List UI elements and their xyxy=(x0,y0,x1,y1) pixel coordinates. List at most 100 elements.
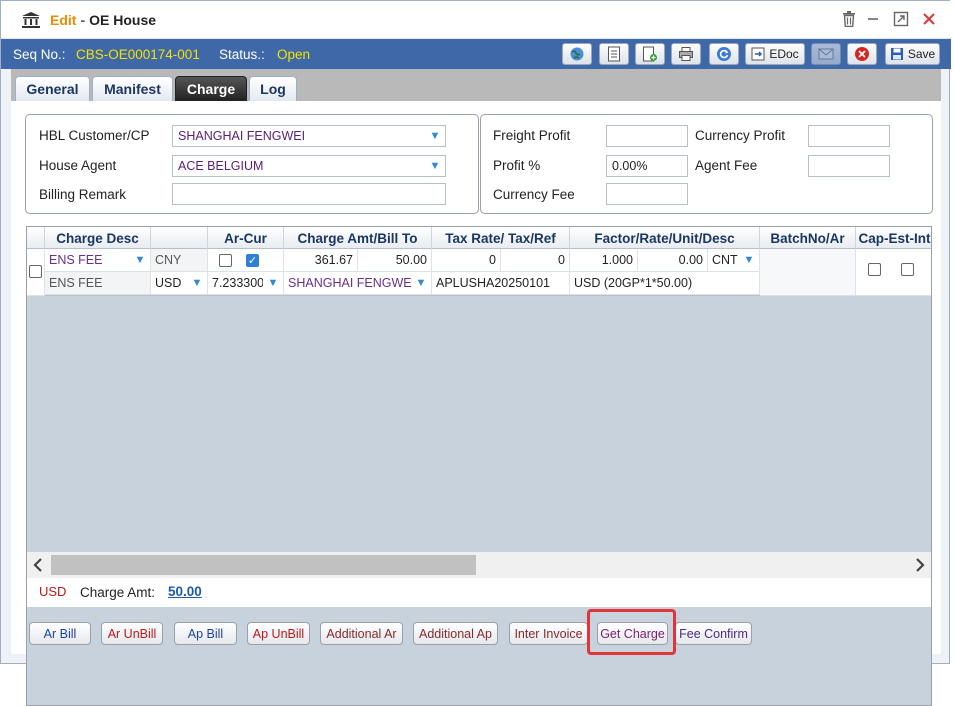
chevron-down-icon[interactable]: ▼ xyxy=(739,249,759,270)
agent-fee-input[interactable] xyxy=(808,155,890,177)
billing-remark-input[interactable] xyxy=(172,183,446,205)
cur-checkbox[interactable]: ✓ xyxy=(246,254,259,267)
globe-button[interactable] xyxy=(562,43,592,65)
row-select-checkbox[interactable] xyxy=(29,265,42,278)
additional-ap-button[interactable]: Additional Ap xyxy=(413,622,498,645)
bill-to-select[interactable]: SHANGHAI FENGWEI ▼ xyxy=(284,272,432,295)
column-factor[interactable]: Factor/Rate/Unit/Desc xyxy=(570,227,760,249)
save-button[interactable]: Save xyxy=(885,43,940,65)
document-button[interactable] xyxy=(599,43,629,65)
freight-profit-input[interactable] xyxy=(606,125,688,147)
exchange-rate-select[interactable]: 7.233300 ▼ xyxy=(208,272,284,295)
column-charge-amt[interactable]: Charge Amt/Bill To xyxy=(284,227,432,249)
scrollbar-thumb[interactable] xyxy=(51,555,476,575)
tab-charge[interactable]: Charge xyxy=(175,76,247,101)
email-button[interactable] xyxy=(811,43,841,65)
rate-cell[interactable]: 0.00 xyxy=(638,249,708,272)
ap-unbill-button[interactable]: Ap UnBill xyxy=(247,622,310,645)
seq-no-label: Seq No.: xyxy=(13,47,66,62)
get-charge-button[interactable]: Get Charge xyxy=(597,622,668,645)
tab-general[interactable]: General xyxy=(15,76,90,101)
ar-unbill-button[interactable]: Ar UnBill xyxy=(101,622,163,645)
charge-amt-cell[interactable]: 361.67 xyxy=(284,249,358,272)
status-value: Open xyxy=(277,47,311,62)
close-icon[interactable] xyxy=(919,9,939,29)
charge-desc-select[interactable]: ENS FEE ▼ xyxy=(45,249,151,272)
column-charge-desc[interactable]: Charge Desc xyxy=(45,227,151,249)
unit-select[interactable]: CNT ▼ xyxy=(708,249,760,272)
window-title: Edit - OE House xyxy=(50,12,156,28)
chevron-down-icon[interactable]: ▼ xyxy=(411,272,431,293)
print-button[interactable] xyxy=(671,43,701,65)
title-bar: Edit - OE House xyxy=(1,1,951,39)
bill-amt-cell[interactable]: 50.00 xyxy=(358,249,432,272)
chevron-down-icon[interactable]: ▼ xyxy=(425,156,445,176)
charge-amt-value[interactable]: 50.00 xyxy=(168,584,202,599)
seq-no-value: CBS-OE000174-001 xyxy=(76,47,200,62)
house-agent-value: ACE BELGIUM xyxy=(178,159,264,173)
edoc-label: EDoc xyxy=(769,47,799,61)
trash-icon[interactable] xyxy=(839,9,859,29)
select-column-header xyxy=(27,227,45,249)
ref-cell[interactable]: APLUSHA20250101 xyxy=(432,272,570,295)
fee-confirm-button[interactable]: Fee Confirm xyxy=(675,622,752,645)
info-bar: Seq No.: CBS-OE000174-001 Status.: Open … xyxy=(1,39,951,69)
house-agent-select[interactable]: ACE BELGIUM ▼ xyxy=(172,155,446,177)
new-document-icon xyxy=(643,46,657,62)
chevron-down-icon[interactable]: ▼ xyxy=(425,126,445,146)
hbl-customer-select[interactable]: SHANGHAI FENGWEI ▼ xyxy=(172,125,446,147)
column-ar-cur[interactable]: Ar-Cur xyxy=(208,227,284,249)
inter-invoice-button[interactable]: Inter Invoice xyxy=(509,622,588,645)
currency-select[interactable]: USD ▼ xyxy=(151,272,208,295)
ar-cur-checkboxes: ✓ xyxy=(208,249,284,272)
desc-cell[interactable]: USD (20GP*1*50.00) xyxy=(570,272,760,295)
house-agent-label: House Agent xyxy=(39,158,117,173)
new-document-button[interactable] xyxy=(635,43,665,65)
globe-icon xyxy=(570,47,584,61)
charge-amt-label: Charge Amt: xyxy=(80,585,156,600)
delete-button[interactable] xyxy=(847,43,877,65)
currency-profit-input[interactable] xyxy=(808,125,890,147)
profit-percent-input[interactable]: 0.00% xyxy=(606,155,688,177)
charge-summary: USD Charge Amt: 50.00 xyxy=(27,578,931,607)
currency-value: USD xyxy=(155,276,182,290)
batchno-cell xyxy=(760,249,856,296)
maximize-icon[interactable] xyxy=(891,9,911,29)
factor-cell[interactable]: 1.000 xyxy=(570,249,638,272)
column-tax[interactable]: Tax Rate/ Tax/Ref xyxy=(432,227,570,249)
refresh-icon xyxy=(717,47,731,61)
chevron-down-icon[interactable]: ▼ xyxy=(263,272,283,293)
chevron-down-icon[interactable]: ▼ xyxy=(130,249,150,270)
column-cap-est-int[interactable]: Cap-Est-Int xyxy=(856,227,931,249)
column-batchno[interactable]: BatchNo/Ar xyxy=(760,227,856,249)
refresh-button[interactable] xyxy=(709,43,739,65)
cap-checkbox[interactable] xyxy=(868,263,881,276)
billing-remark-label: Billing Remark xyxy=(39,187,127,202)
edit-oe-house-window: Edit - OE House Seq No.: CBS-OE000174-001 … xyxy=(0,0,951,706)
cap-est-int-cell xyxy=(856,249,931,296)
chevron-left-icon[interactable] xyxy=(33,558,43,572)
tax-rate-cell[interactable]: 0 xyxy=(432,249,501,272)
est-checkbox[interactable] xyxy=(901,263,914,276)
tab-strip: General Manifest Charge Log xyxy=(11,69,941,101)
charge-desc-value: ENS FEE xyxy=(49,253,103,267)
horizontal-scrollbar[interactable] xyxy=(27,552,931,578)
minimize-icon[interactable] xyxy=(863,9,883,29)
additional-ar-button[interactable]: Additional Ar xyxy=(320,622,403,645)
tab-manifest[interactable]: Manifest xyxy=(92,76,173,101)
ar-checkbox[interactable] xyxy=(219,254,232,267)
chevron-right-icon[interactable] xyxy=(915,558,925,572)
tab-log[interactable]: Log xyxy=(249,76,297,101)
title-name: OE House xyxy=(89,12,157,28)
charge-tab-content: HBL Customer/CP SHANGHAI FENGWEI ▼ House… xyxy=(11,101,941,706)
ar-bill-button[interactable]: Ar Bill xyxy=(29,622,91,645)
currency-fee-input[interactable] xyxy=(606,183,688,205)
bank-icon xyxy=(22,12,40,28)
ap-bill-button[interactable]: Ap Bill xyxy=(174,622,237,645)
save-label: Save xyxy=(907,47,936,61)
charge-desc-cell-2: ENS FEE xyxy=(45,272,151,295)
summary-currency: USD xyxy=(39,584,67,599)
chevron-down-icon[interactable]: ▼ xyxy=(187,272,207,293)
edoc-button[interactable]: EDoc xyxy=(745,43,805,65)
tax-cell[interactable]: 0 xyxy=(501,249,570,272)
